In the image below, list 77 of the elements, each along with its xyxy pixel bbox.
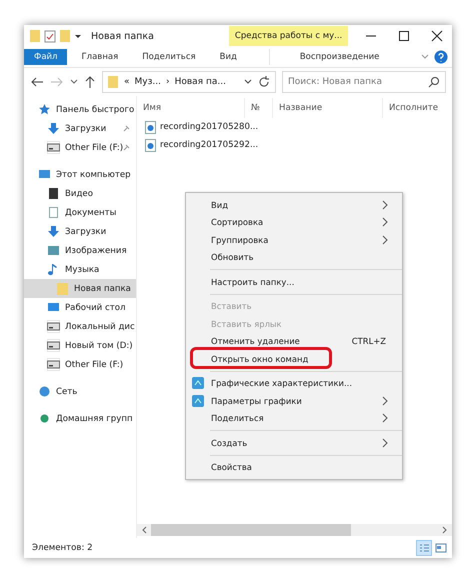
sidebar-item[interactable]: Other File (F:) [24, 355, 136, 374]
sidebar-item[interactable]: Панель быстрого [24, 100, 136, 119]
column-header[interactable]: № [245, 98, 273, 118]
back-icon[interactable] [30, 76, 44, 88]
menu-item[interactable]: Создать [186, 434, 402, 452]
large-icons-view-icon[interactable] [434, 541, 448, 555]
column-header[interactable]: Исполните [383, 98, 452, 118]
refresh-icon[interactable] [257, 75, 271, 89]
menu-item[interactable]: Обновить [186, 248, 402, 266]
menu-item[interactable]: Сортировка [186, 214, 402, 231]
sidebar-item[interactable]: Этот компьютер [24, 165, 136, 184]
file-row[interactable]: recording201705292... [137, 136, 275, 154]
menu-item[interactable]: Свойства [186, 458, 402, 476]
drive-icon [47, 339, 60, 352]
menu-item[interactable]: Открыть окно команд [186, 350, 402, 368]
menu-item[interactable]: Параметры графики [186, 392, 402, 410]
dropdown-icon[interactable] [74, 32, 82, 40]
drive-icon [47, 320, 60, 333]
sidebar-item[interactable]: Музыка [24, 260, 136, 279]
sidebar-item[interactable]: Видео [24, 184, 136, 203]
pin-icon[interactable] [122, 124, 130, 132]
ribbon-tab[interactable]: Файл [24, 49, 68, 65]
menu-item[interactable]: Вид [186, 196, 402, 214]
search-field[interactable]: Поиск: Новая папка [282, 71, 446, 93]
search-icon [428, 76, 440, 88]
doc-icon [47, 206, 60, 219]
column-header[interactable]: Название [273, 98, 383, 118]
sidebar-item[interactable]: Домашняя групп [24, 409, 136, 428]
breadcrumb[interactable]: Новая па... [174, 77, 226, 87]
sidebar-item[interactable]: Загрузки [24, 119, 136, 138]
sidebar-item[interactable]: Изображения [24, 241, 136, 260]
scroll-right-icon[interactable] [442, 526, 448, 534]
sidebar-item[interactable]: Локальный дис [24, 317, 136, 336]
details-view-icon[interactable] [417, 541, 431, 555]
file-row[interactable]: recording201705280... [137, 118, 275, 136]
folder-icon [107, 75, 119, 89]
breadcrumb[interactable]: › [166, 77, 170, 87]
window-title: Новая папка [91, 30, 154, 42]
music-icon [47, 263, 60, 276]
ribbon-tab[interactable]: Вид [210, 49, 247, 65]
scroll-left-icon[interactable] [141, 526, 147, 534]
sidebar-item[interactable]: Рабочий стол [24, 298, 136, 317]
chevron-down-icon[interactable] [70, 78, 78, 86]
download-icon [47, 225, 60, 238]
sidebar-item[interactable]: Other File (F:) [24, 138, 136, 157]
drive-icon [47, 358, 60, 371]
breadcrumb[interactable]: Муз... [134, 77, 161, 87]
sidebar-item[interactable]: Загрузки [24, 222, 136, 241]
context-tab-label: Средства работы с му... [228, 26, 348, 46]
star-icon [38, 103, 51, 116]
ribbon-tab[interactable]: Поделиться [132, 49, 206, 65]
breadcrumb[interactable]: « [124, 77, 130, 87]
folder-icon [56, 282, 69, 295]
properties-icon[interactable] [44, 29, 56, 43]
audio-file-icon [145, 120, 156, 134]
sidebar-item[interactable]: Новый том (D:) [24, 336, 136, 355]
audio-file-icon [145, 138, 156, 152]
status-text: Элементов: 2 [32, 543, 93, 553]
address-bar[interactable]: « Муз... › Новая па... [102, 71, 276, 93]
up-icon[interactable] [84, 75, 96, 89]
menu-item[interactable]: Графические характеристики... [186, 374, 402, 392]
download-icon [47, 122, 60, 135]
chevron-down-icon[interactable] [244, 78, 252, 86]
sidebar-item[interactable]: Сеть [24, 382, 136, 401]
menu-item[interactable]: Группировка [186, 231, 402, 248]
menu-item[interactable]: Отменить удаление CTRL+Z [186, 332, 402, 350]
menu-item[interactable]: Настроить папку... [186, 273, 402, 290]
drive-icon [47, 141, 60, 154]
help-icon[interactable] [434, 50, 448, 64]
horizontal-scrollbar[interactable] [137, 524, 452, 536]
ribbon-tab[interactable]: Главная [71, 49, 128, 65]
sidebar-item[interactable]: Документы [24, 203, 136, 222]
ribbon-tab[interactable]: Воспроизведение [268, 49, 410, 65]
sidebar-item[interactable]: Новая папка [24, 279, 136, 298]
menu-item[interactable]: Поделиться [186, 410, 402, 427]
pin-icon[interactable] [122, 144, 130, 152]
column-header[interactable]: Имя [137, 98, 245, 118]
